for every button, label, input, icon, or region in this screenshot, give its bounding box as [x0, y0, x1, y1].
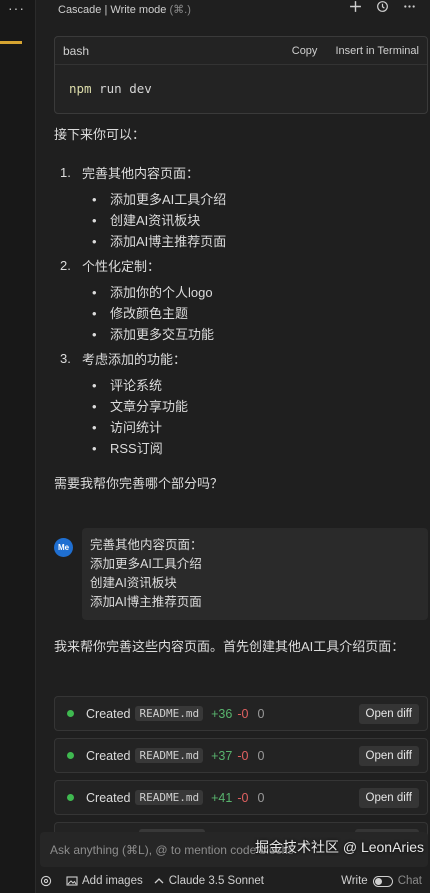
lines-removed: -0 — [237, 706, 249, 721]
write-mode-label: Write — [341, 875, 368, 887]
panel-shortcut-hint: (⌘.) — [169, 3, 191, 16]
code-args: run dev — [91, 81, 152, 96]
lines-removed: -0 — [237, 748, 249, 763]
image-icon — [66, 876, 78, 886]
assistant-reply: 我来帮你完善这些内容页面。首先创建其他AI工具介绍页面： — [54, 639, 405, 654]
at-mention-icon[interactable] — [40, 875, 56, 887]
add-images-button[interactable]: Add images — [66, 875, 143, 887]
history-icon[interactable] — [376, 0, 389, 16]
lines-added: +41 — [211, 790, 233, 805]
more-icon[interactable] — [403, 0, 416, 16]
cascade-panel: Cascade | Write mode (⌘.) bash Copy Inse… — [36, 0, 430, 893]
status-dot — [67, 710, 74, 717]
file-name-badge[interactable]: README.md — [135, 706, 204, 721]
bullet-item: 添加你的个人logo — [86, 282, 428, 303]
next-steps-list: 1. 完善其他内容页面： 添加更多AI工具介绍 创建AI资讯板块 添加AI博主推… — [54, 165, 428, 459]
insert-in-terminal-button[interactable]: Insert in Terminal — [335, 45, 419, 57]
file-change-card: Created README.md +37 -0 0 Open diff — [54, 738, 428, 773]
user-message-line: 添加更多AI工具介绍 — [90, 557, 202, 571]
file-name-badge[interactable]: README.md — [135, 748, 204, 763]
conversation: bash Copy Insert in Terminal npm run dev… — [54, 36, 428, 492]
input-toolbar: Add images Claude 3.5 Sonnet Write Chat — [36, 869, 430, 893]
open-diff-button[interactable]: Open diff — [358, 703, 419, 724]
lines-added: +37 — [211, 748, 233, 763]
code-keyword: npm — [69, 81, 92, 96]
bullet-item: 访问统计 — [86, 417, 428, 438]
other-count: 0 — [257, 706, 265, 721]
list-number: 2. — [60, 258, 71, 273]
model-name: Claude 3.5 Sonnet — [168, 875, 265, 887]
list-item-title: 个性化定制： — [82, 259, 161, 274]
change-status: Created — [86, 706, 131, 721]
chat-mode-label: Chat — [397, 875, 422, 887]
list-item: 3. 考虑添加的功能： 评论系统 文章分享功能 访问统计 RSS订阅 — [54, 351, 428, 459]
user-message-line: 完善其他内容页面： — [90, 538, 203, 552]
other-count: 0 — [257, 748, 265, 763]
chevron-up-icon — [154, 878, 164, 884]
bullet-item: 评论系统 — [86, 375, 428, 396]
bullet-item: 文章分享功能 — [86, 396, 428, 417]
list-item-title: 完善其他内容页面： — [82, 166, 200, 181]
file-change-card: Created README.md +41 -0 0 Open diff — [54, 780, 428, 815]
status-dot — [67, 752, 74, 759]
assistant-question: 需要我帮你完善哪个部分吗？ — [54, 476, 224, 491]
avatar: Me — [54, 538, 73, 557]
open-diff-button[interactable]: Open diff — [358, 745, 419, 766]
code-block-header: bash Copy Insert in Terminal — [55, 37, 427, 65]
panel-title: Cascade | Write mode (⌘.) — [58, 3, 191, 16]
list-item: 1. 完善其他内容页面： 添加更多AI工具介绍 创建AI资讯板块 添加AI博主推… — [54, 165, 428, 252]
list-item: 2. 个性化定制： 添加你的个人logo 修改颜色主题 添加更多交互功能 — [54, 258, 428, 345]
mode-toggle[interactable]: Write Chat — [341, 875, 430, 887]
user-message-line: 创建AI资讯板块 — [90, 576, 177, 590]
user-message-bubble: 完善其他内容页面： 添加更多AI工具介绍 创建AI资讯板块 添加AI博主推荐页面 — [82, 528, 428, 620]
watermark: 掘金技术社区 @ LeonAries — [254, 839, 424, 855]
bullet-list: 添加更多AI工具介绍 创建AI资讯板块 添加AI博主推荐页面 — [86, 189, 428, 252]
lines-removed: -0 — [237, 790, 249, 805]
list-number: 1. — [60, 165, 71, 180]
panel-header: Cascade | Write mode (⌘.) — [36, 0, 430, 18]
more-menu-icon[interactable]: ··· — [8, 0, 25, 16]
panel-title-text: Cascade | Write mode — [58, 3, 167, 16]
editor-left-strip: ··· — [0, 0, 36, 893]
bullet-item: 修改颜色主题 — [86, 303, 428, 324]
status-dot — [67, 794, 74, 801]
file-change-card: Created README.md +36 -0 0 Open diff — [54, 696, 428, 731]
assistant-intro: 接下来你可以： — [54, 127, 146, 142]
code-language: bash — [63, 43, 90, 58]
bullet-item: 添加AI博主推荐页面 — [86, 231, 428, 252]
model-selector[interactable]: Claude 3.5 Sonnet — [153, 875, 264, 887]
file-name-badge[interactable]: README.md — [135, 790, 204, 805]
list-number: 3. — [60, 351, 71, 366]
lines-added: +36 — [211, 706, 233, 721]
list-item-title: 考虑添加的功能： — [82, 352, 187, 367]
mode-toggle-switch[interactable] — [372, 875, 393, 887]
bullet-list: 添加你的个人logo 修改颜色主题 添加更多交互功能 — [86, 282, 428, 345]
bullet-item: 添加更多交互功能 — [86, 324, 428, 345]
bullet-item: 添加更多AI工具介绍 — [86, 189, 428, 210]
other-count: 0 — [257, 790, 265, 805]
open-diff-button[interactable]: Open diff — [358, 787, 419, 808]
copy-button[interactable]: Copy — [292, 45, 318, 57]
bullet-list: 评论系统 文章分享功能 访问统计 RSS订阅 — [86, 375, 428, 459]
active-tab-indicator — [0, 41, 22, 44]
bullet-item: 创建AI资讯板块 — [86, 210, 428, 231]
add-images-label: Add images — [82, 875, 143, 887]
header-actions — [349, 0, 416, 16]
bullet-item: RSS订阅 — [86, 438, 428, 459]
plus-icon[interactable] — [349, 0, 362, 16]
user-message: Me 完善其他内容页面： 添加更多AI工具介绍 创建AI资讯板块 添加AI博主推… — [54, 528, 428, 620]
user-message-line: 添加AI博主推荐页面 — [90, 595, 202, 609]
change-status: Created — [86, 790, 131, 805]
code-block: bash Copy Insert in Terminal npm run dev — [54, 36, 428, 114]
code-content: npm run dev — [55, 65, 427, 112]
change-status: Created — [86, 748, 131, 763]
